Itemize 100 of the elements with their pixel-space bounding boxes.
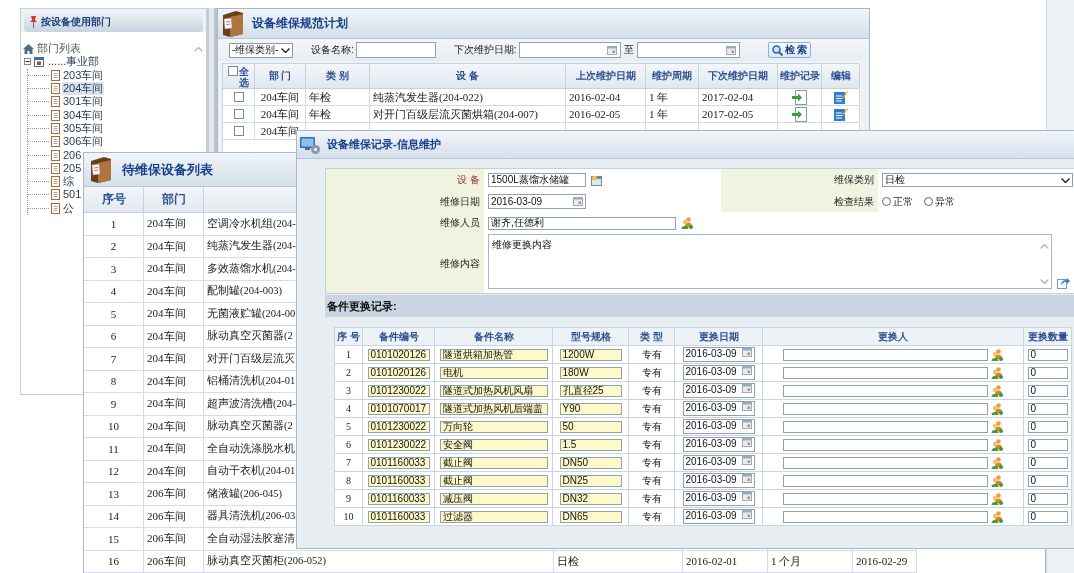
- users-icon[interactable]: [681, 217, 693, 229]
- person-field[interactable]: [783, 492, 988, 505]
- calendar-icon[interactable]: [741, 420, 752, 429]
- tree-item[interactable]: 501: [62, 188, 83, 202]
- calendar-icon[interactable]: [741, 438, 752, 447]
- textarea-field[interactable]: 维修更换内容: [488, 234, 1052, 289]
- part-name-field[interactable]: 截止阀: [439, 456, 548, 469]
- users-icon[interactable]: [991, 492, 1003, 505]
- tree-item[interactable]: 205: [62, 161, 83, 175]
- users-icon[interactable]: [991, 510, 1003, 523]
- users-icon[interactable]: [991, 474, 1003, 487]
- search-button[interactable]: 检 索: [767, 42, 812, 58]
- person-field[interactable]: [783, 366, 988, 379]
- part-code-field[interactable]: 0101160033: [367, 456, 430, 469]
- calendar-icon[interactable]: [741, 384, 752, 393]
- date-field[interactable]: [636, 42, 740, 58]
- date-field[interactable]: 2016-03-09: [682, 419, 755, 434]
- part-name-field[interactable]: 电机: [439, 366, 548, 379]
- quantity-field[interactable]: 0: [1027, 510, 1068, 523]
- date-field[interactable]: 2016-03-09: [682, 509, 755, 524]
- tree-item[interactable]: 305车间: [62, 121, 105, 135]
- tree-item[interactable]: 304车间: [62, 108, 105, 122]
- chevron-down-icon[interactable]: [1061, 177, 1070, 183]
- radio-icon[interactable]: [882, 197, 891, 206]
- quantity-field[interactable]: 0: [1027, 366, 1068, 379]
- tree-item[interactable]: 公: [62, 201, 75, 215]
- tree-item[interactable]: 部门列表: [36, 42, 82, 56]
- tree-item[interactable]: 301车间: [62, 95, 105, 109]
- tree-item[interactable]: 206: [62, 148, 83, 162]
- tree-item[interactable]: 203车间: [62, 68, 105, 82]
- calendar-icon[interactable]: [741, 492, 752, 501]
- part-spec-field[interactable]: DN25: [559, 474, 622, 487]
- splitter-bar[interactable]: [207, 8, 217, 152]
- calendar-icon[interactable]: [741, 474, 752, 483]
- part-name-field[interactable]: 万向轮: [439, 420, 548, 433]
- users-icon[interactable]: [991, 366, 1003, 379]
- part-spec-field[interactable]: DN32: [559, 492, 622, 505]
- person-field[interactable]: [783, 384, 988, 397]
- date-field[interactable]: 2016-03-09: [682, 401, 755, 416]
- calendar-icon[interactable]: [741, 366, 752, 375]
- calendar-icon[interactable]: [741, 402, 752, 411]
- tree-item[interactable]: 综: [62, 175, 75, 189]
- part-code-field[interactable]: 0101160033: [367, 492, 430, 505]
- date-field[interactable]: 2016-03-09: [682, 473, 755, 488]
- part-code-field[interactable]: 0101020126: [367, 348, 430, 361]
- part-name-field[interactable]: 隧道烘箱加热管: [439, 348, 548, 361]
- checkbox[interactable]: [233, 109, 244, 119]
- date-field[interactable]: 2016-03-09: [682, 455, 755, 470]
- chevron-up-icon[interactable]: [193, 47, 203, 52]
- users-icon[interactable]: [991, 348, 1003, 361]
- part-name-field[interactable]: 截止阀: [439, 474, 548, 487]
- part-spec-field[interactable]: DN65: [559, 510, 622, 523]
- radio-icon[interactable]: [924, 197, 933, 206]
- checkbox[interactable]: [233, 126, 244, 136]
- radio-option[interactable]: 正常: [882, 194, 913, 209]
- chevron-down-icon[interactable]: [281, 47, 290, 53]
- person-field[interactable]: [783, 420, 988, 433]
- part-spec-field[interactable]: 1.5: [559, 438, 622, 451]
- date-field[interactable]: 2016-03-09: [682, 347, 755, 362]
- date-field[interactable]: 2016-03-09: [682, 383, 755, 398]
- date-field[interactable]: 2016-03-09: [682, 365, 755, 380]
- tree-item[interactable]: 306车间: [62, 135, 105, 149]
- quantity-field[interactable]: 0: [1027, 384, 1068, 397]
- date-field[interactable]: 2016-03-09: [488, 194, 586, 209]
- part-code-field[interactable]: 0101070017: [367, 402, 430, 415]
- person-field[interactable]: [783, 510, 988, 523]
- calendar-icon[interactable]: [741, 456, 752, 465]
- quantity-field[interactable]: 0: [1027, 474, 1068, 487]
- chevron-up-icon[interactable]: [1039, 244, 1049, 249]
- checkbox[interactable]: [228, 66, 238, 76]
- quantity-field[interactable]: 0: [1027, 438, 1068, 451]
- category-select[interactable]: -维保类别-: [229, 42, 293, 58]
- calendar-icon[interactable]: [741, 348, 752, 357]
- part-spec-field[interactable]: 孔直径25: [559, 384, 622, 397]
- person-field[interactable]: [783, 438, 988, 451]
- users-icon[interactable]: [991, 402, 1003, 415]
- quantity-field[interactable]: 0: [1027, 492, 1068, 505]
- part-code-field[interactable]: 0101230022: [367, 438, 430, 451]
- part-spec-field[interactable]: 180W: [559, 366, 622, 379]
- person-field[interactable]: [783, 402, 988, 415]
- part-code-field[interactable]: 0101160033: [367, 474, 430, 487]
- part-code-field[interactable]: 0101160033: [367, 510, 430, 523]
- quantity-field[interactable]: 0: [1027, 402, 1068, 415]
- part-code-field[interactable]: 0101230022: [367, 384, 430, 397]
- edit-icon[interactable]: [833, 107, 848, 121]
- part-name-field[interactable]: 隧道式加热风机风扇: [439, 384, 548, 397]
- part-name-field[interactable]: 安全阀: [439, 438, 548, 451]
- device-field[interactable]: 1500L蒸馏水储罐: [488, 173, 586, 187]
- checkbox[interactable]: [233, 92, 244, 102]
- tree-item[interactable]: ......事业部: [47, 55, 101, 69]
- part-name-field[interactable]: 减压阀: [439, 492, 548, 505]
- staff-field[interactable]: 谢齐,任德利: [488, 216, 676, 230]
- part-spec-field[interactable]: 1200W: [559, 348, 622, 361]
- quantity-field[interactable]: 0: [1027, 456, 1068, 469]
- share-icon[interactable]: [1057, 276, 1070, 289]
- users-icon[interactable]: [991, 384, 1003, 397]
- category-select[interactable]: 日检: [882, 173, 1073, 187]
- quantity-field[interactable]: 0: [1027, 348, 1068, 361]
- calendar-icon[interactable]: [725, 45, 736, 55]
- calendar-icon[interactable]: [573, 197, 583, 206]
